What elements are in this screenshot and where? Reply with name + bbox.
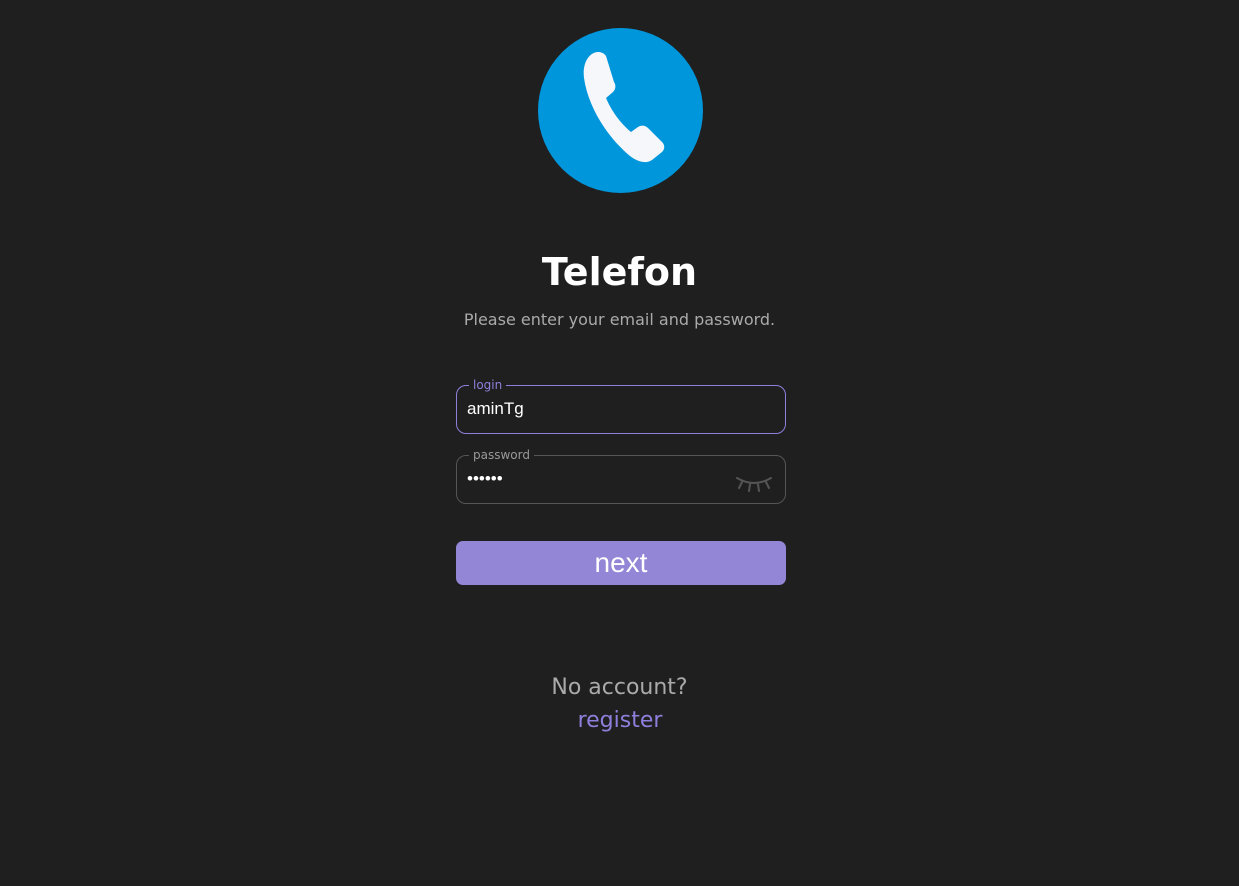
login-field-label: login	[469, 377, 507, 393]
login-field[interactable]: login aminTg	[456, 377, 786, 434]
page-subtitle: Please enter your email and password.	[463, 310, 776, 329]
password-input[interactable]: ••••••	[467, 468, 503, 490]
login-input[interactable]: aminTg	[467, 398, 524, 420]
phone-icon	[538, 28, 703, 193]
eye-closed-icon[interactable]	[735, 472, 773, 492]
password-field[interactable]: password ••••••	[456, 447, 786, 504]
page-title: Telefon	[541, 250, 698, 294]
app-logo	[538, 28, 703, 193]
next-button[interactable]: next	[456, 541, 786, 585]
password-field-label: password	[469, 447, 534, 463]
register-link[interactable]: register	[570, 707, 670, 735]
no-account-text: No account?	[551, 675, 688, 700]
